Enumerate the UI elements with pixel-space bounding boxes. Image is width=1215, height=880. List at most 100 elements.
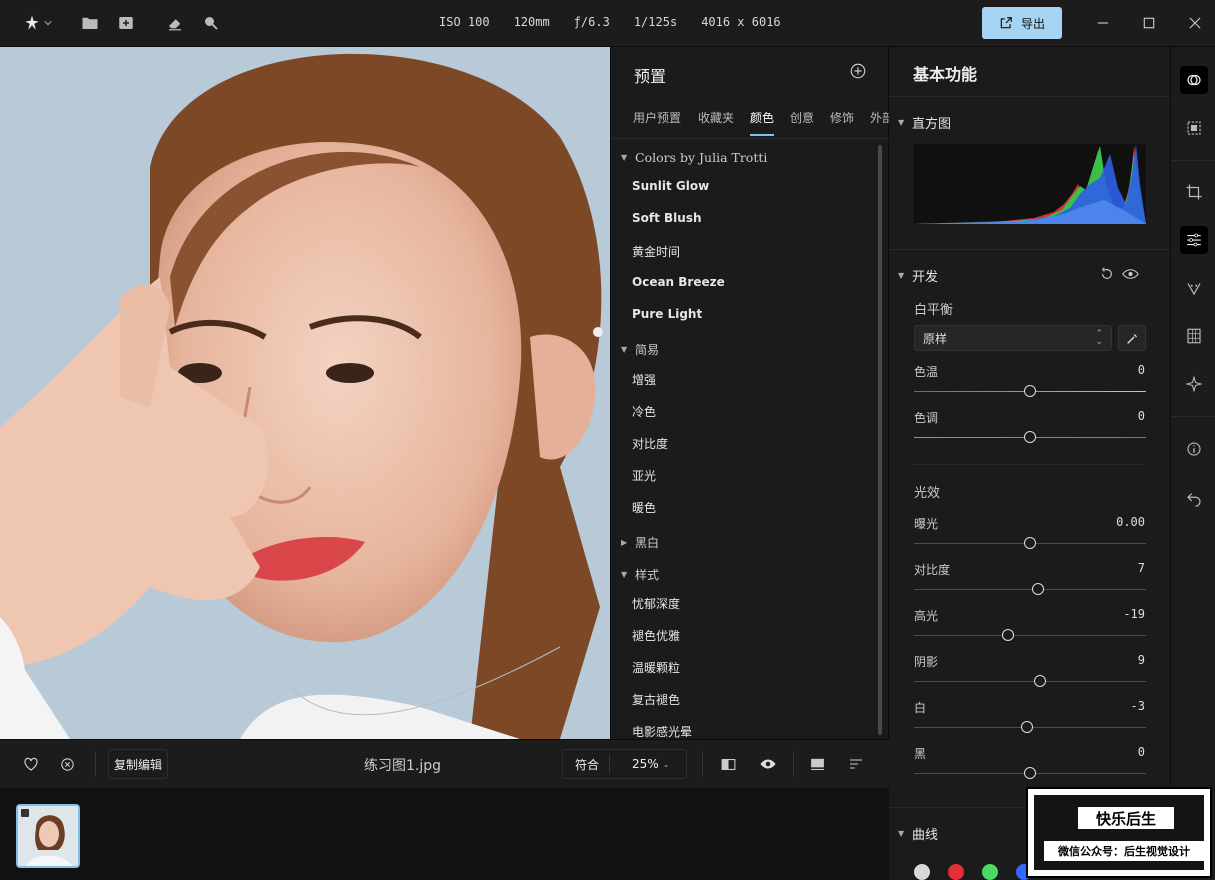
- info-icon[interactable]: [1180, 435, 1208, 463]
- app-menu-icon[interactable]: [20, 12, 54, 34]
- select-tool-icon[interactable]: [1180, 114, 1208, 142]
- preset-item[interactable]: Sunlit Glow: [632, 179, 709, 193]
- portrait-photo: [0, 47, 610, 739]
- tab-external[interactable]: 外部: [870, 109, 890, 134]
- photo-thumbnail[interactable]: [16, 804, 80, 868]
- preset-scrollbar[interactable]: [878, 145, 882, 735]
- slider-knob[interactable]: [1032, 583, 1045, 595]
- highlights-slider[interactable]: [914, 629, 1146, 641]
- preset-item[interactable]: 忧郁深度: [632, 595, 680, 612]
- zoom-level[interactable]: 25%: [632, 757, 659, 771]
- preset-item[interactable]: 对比度: [632, 435, 668, 452]
- reset-icon[interactable]: [1100, 267, 1114, 281]
- histogram-section-header[interactable]: ▼ 直方图: [898, 113, 951, 132]
- layers-grid-icon[interactable]: [1180, 322, 1208, 350]
- curves-label: 曲线: [912, 828, 939, 843]
- preset-item[interactable]: 暖色: [632, 499, 656, 516]
- photo-canvas[interactable]: [0, 47, 610, 739]
- maximize-icon[interactable]: [1140, 14, 1158, 32]
- preset-group-bw[interactable]: ▶ 黑白: [621, 534, 659, 551]
- preset-item[interactable]: 电影感光晕: [632, 723, 692, 740]
- shadows-slider[interactable]: [914, 675, 1146, 687]
- preset-item[interactable]: 亚光: [632, 467, 656, 484]
- tab-creative[interactable]: 创意: [790, 109, 814, 134]
- slider-knob[interactable]: [1024, 537, 1036, 549]
- blacks-slider[interactable]: [914, 767, 1146, 779]
- sparkle-ai-icon[interactable]: [1180, 370, 1208, 398]
- slider-knob[interactable]: [1024, 767, 1036, 779]
- preset-item[interactable]: Soft Blush: [632, 211, 702, 225]
- blacks-value[interactable]: 0: [1138, 745, 1145, 759]
- slider-knob[interactable]: [1024, 385, 1036, 397]
- eyedropper-button[interactable]: [1118, 325, 1146, 351]
- develop-section-header[interactable]: ▼ 开发: [898, 266, 938, 285]
- contrast-slider[interactable]: [914, 583, 1146, 595]
- curves-section-header[interactable]: ▼ 曲线: [898, 824, 938, 843]
- fit-button[interactable]: 符合: [575, 756, 599, 773]
- retouch-icon[interactable]: [1180, 274, 1208, 302]
- slider-knob[interactable]: [1001, 629, 1014, 641]
- reject-icon[interactable]: [57, 754, 77, 774]
- heart-icon[interactable]: [21, 754, 41, 774]
- preset-group-julia-trotti[interactable]: ▼ Colors by Julia Trotti: [621, 150, 767, 165]
- adjustments-icon[interactable]: [1180, 226, 1208, 254]
- preset-item[interactable]: 增强: [632, 371, 656, 388]
- add-preset-icon[interactable]: [849, 62, 867, 80]
- import-icon[interactable]: [115, 12, 137, 34]
- tab-color[interactable]: 颜色: [750, 109, 775, 136]
- shadows-value[interactable]: 9: [1138, 653, 1145, 667]
- compare-icon[interactable]: [718, 754, 738, 774]
- watermark-inner: 快乐后生 微信公众号：后生视觉设计: [1034, 795, 1204, 870]
- exposure-label: 曝光: [914, 517, 939, 531]
- blacks-label: 黑: [914, 747, 927, 761]
- temperature-slider[interactable]: [914, 385, 1146, 397]
- preset-item[interactable]: Pure Light: [632, 307, 702, 321]
- preset-item[interactable]: 温暖颗粒: [632, 659, 680, 676]
- divider: [702, 751, 703, 777]
- slider-knob[interactable]: [1020, 721, 1033, 733]
- filmstrip-toggle-icon[interactable]: [807, 754, 827, 774]
- slider-knob[interactable]: [1034, 675, 1047, 687]
- minimize-icon[interactable]: [1094, 14, 1112, 32]
- preset-item[interactable]: 复古褪色: [632, 691, 680, 708]
- whites-value[interactable]: -3: [1131, 699, 1145, 713]
- folder-icon[interactable]: [79, 12, 101, 34]
- crop-icon[interactable]: [1180, 178, 1208, 206]
- undo-icon[interactable]: [1180, 484, 1208, 512]
- top-toolbar: ISO 100 120mm ƒ/6.3 1/125s 4016 x 6016 导…: [0, 0, 1215, 47]
- eyedropper-icon: [1126, 333, 1137, 344]
- search-icon[interactable]: [200, 12, 222, 34]
- whites-slider[interactable]: [914, 721, 1146, 733]
- export-button[interactable]: 导出: [982, 7, 1062, 39]
- preset-group-style[interactable]: ▼ 样式: [621, 566, 659, 583]
- highlights-value[interactable]: -19: [1123, 607, 1145, 621]
- tab-retouch[interactable]: 修饰: [830, 109, 854, 134]
- tab-favorites[interactable]: 收藏夹: [698, 109, 734, 134]
- tab-user-presets[interactable]: 用户预置: [633, 109, 681, 134]
- preset-item[interactable]: 褪色优雅: [632, 627, 680, 644]
- sort-icon[interactable]: [846, 754, 866, 774]
- preset-item[interactable]: 黄金时间: [632, 243, 680, 260]
- copy-edit-button[interactable]: 复制编辑: [108, 749, 168, 779]
- contrast-value[interactable]: 7: [1138, 561, 1145, 575]
- curve-channel-red[interactable]: [948, 864, 964, 880]
- eraser-icon[interactable]: [164, 12, 186, 34]
- eye-icon[interactable]: [758, 754, 778, 774]
- curve-channel-green[interactable]: [982, 864, 998, 880]
- exposure-value[interactable]: 0.00: [1116, 515, 1145, 529]
- preset-group-simple[interactable]: ▼ 简易: [621, 341, 659, 358]
- close-icon[interactable]: [1186, 14, 1204, 32]
- tint-value[interactable]: 0: [1138, 409, 1145, 423]
- exposure-slider[interactable]: [914, 537, 1146, 549]
- tint-slider[interactable]: [914, 431, 1146, 443]
- preset-item[interactable]: Ocean Breeze: [632, 275, 725, 289]
- export-label: 导出: [1020, 16, 1045, 31]
- zoom-control[interactable]: 符合 25% ⌄: [562, 749, 687, 779]
- preset-item[interactable]: 冷色: [632, 403, 656, 420]
- curve-channel-luma[interactable]: [914, 864, 930, 880]
- slider-knob[interactable]: [1024, 431, 1036, 443]
- visibility-eye-icon[interactable]: [1122, 267, 1139, 281]
- presets-tool-icon[interactable]: [1180, 66, 1208, 94]
- white-balance-select[interactable]: 原样 ⌃ ⌄: [914, 325, 1112, 351]
- temperature-value[interactable]: 0: [1138, 363, 1145, 377]
